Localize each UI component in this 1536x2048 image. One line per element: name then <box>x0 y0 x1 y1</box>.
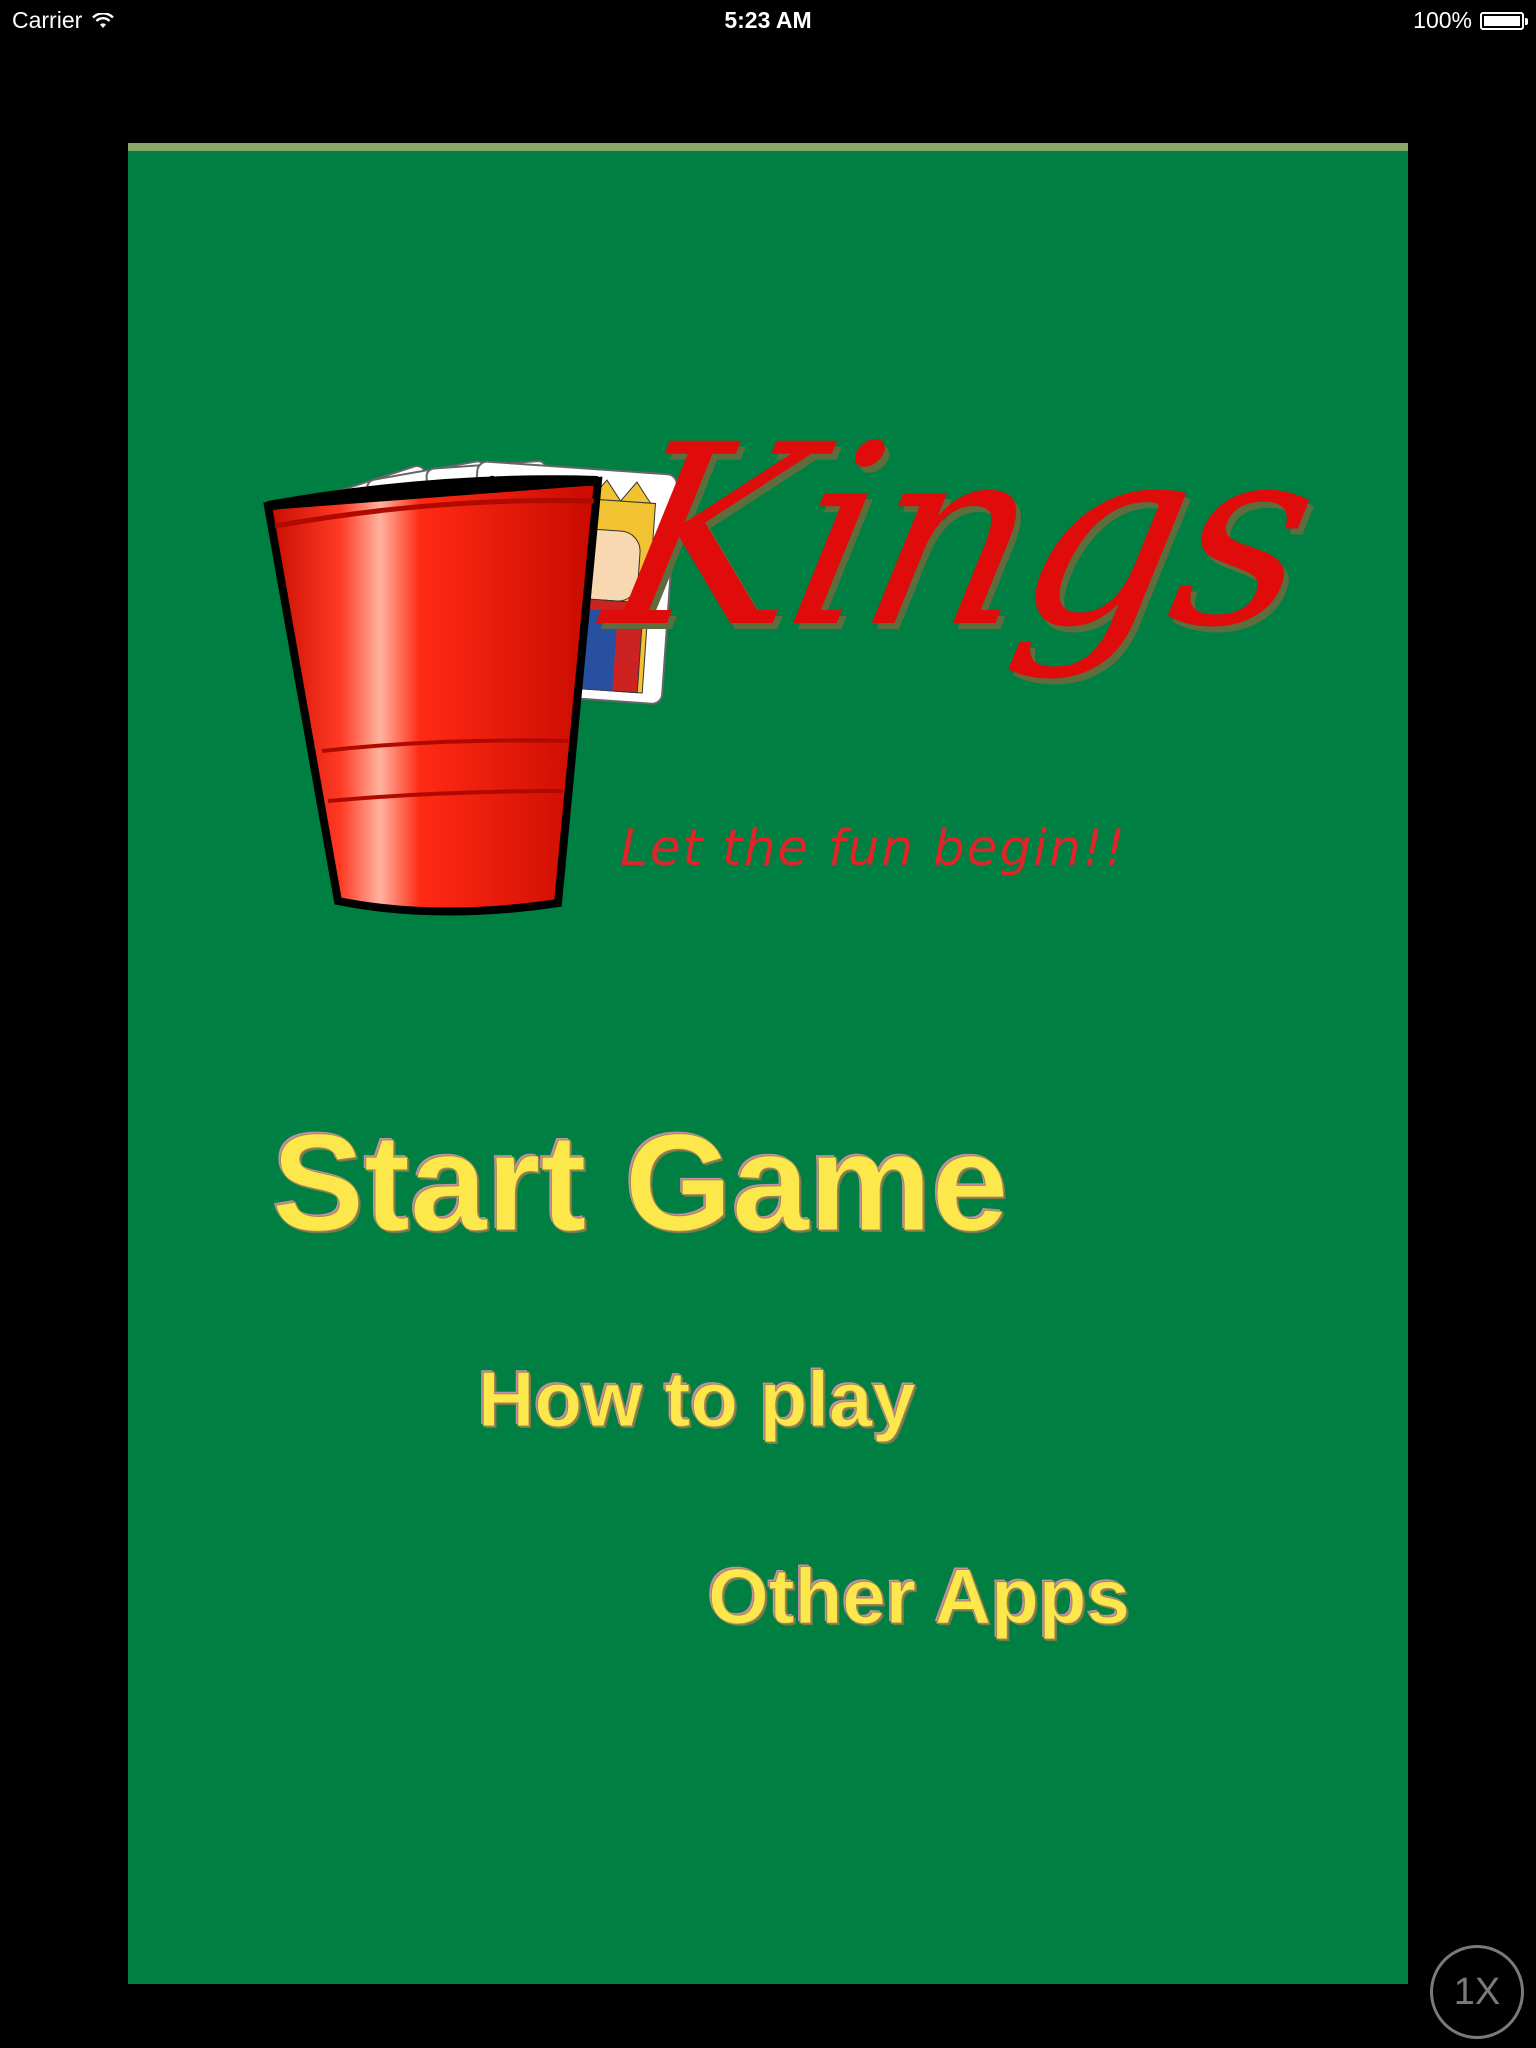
battery-percent: 100% <box>1413 7 1472 33</box>
game-panel: K ♦ K ♣ K ♥ K ♠ <box>128 143 1408 1984</box>
status-bar: Carrier 5:23 AM 100% <box>0 0 1536 40</box>
status-time: 5:23 AM <box>724 7 812 33</box>
battery-group: 100% <box>1413 7 1528 34</box>
start-game-button[interactable]: Start Game <box>271 1104 1008 1263</box>
battery-icon <box>1480 11 1528 30</box>
other-apps-button[interactable]: Other Apps <box>708 1551 1131 1642</box>
logo-title: Kings <box>587 391 1336 682</box>
red-cup-icon <box>263 475 603 916</box>
zoom-badge[interactable]: 1X <box>1430 1945 1524 2039</box>
logo-tagline: Let the fun begin!! <box>620 819 1127 877</box>
battery-fill <box>1484 15 1520 26</box>
how-to-play-button[interactable]: How to play <box>478 1354 917 1445</box>
